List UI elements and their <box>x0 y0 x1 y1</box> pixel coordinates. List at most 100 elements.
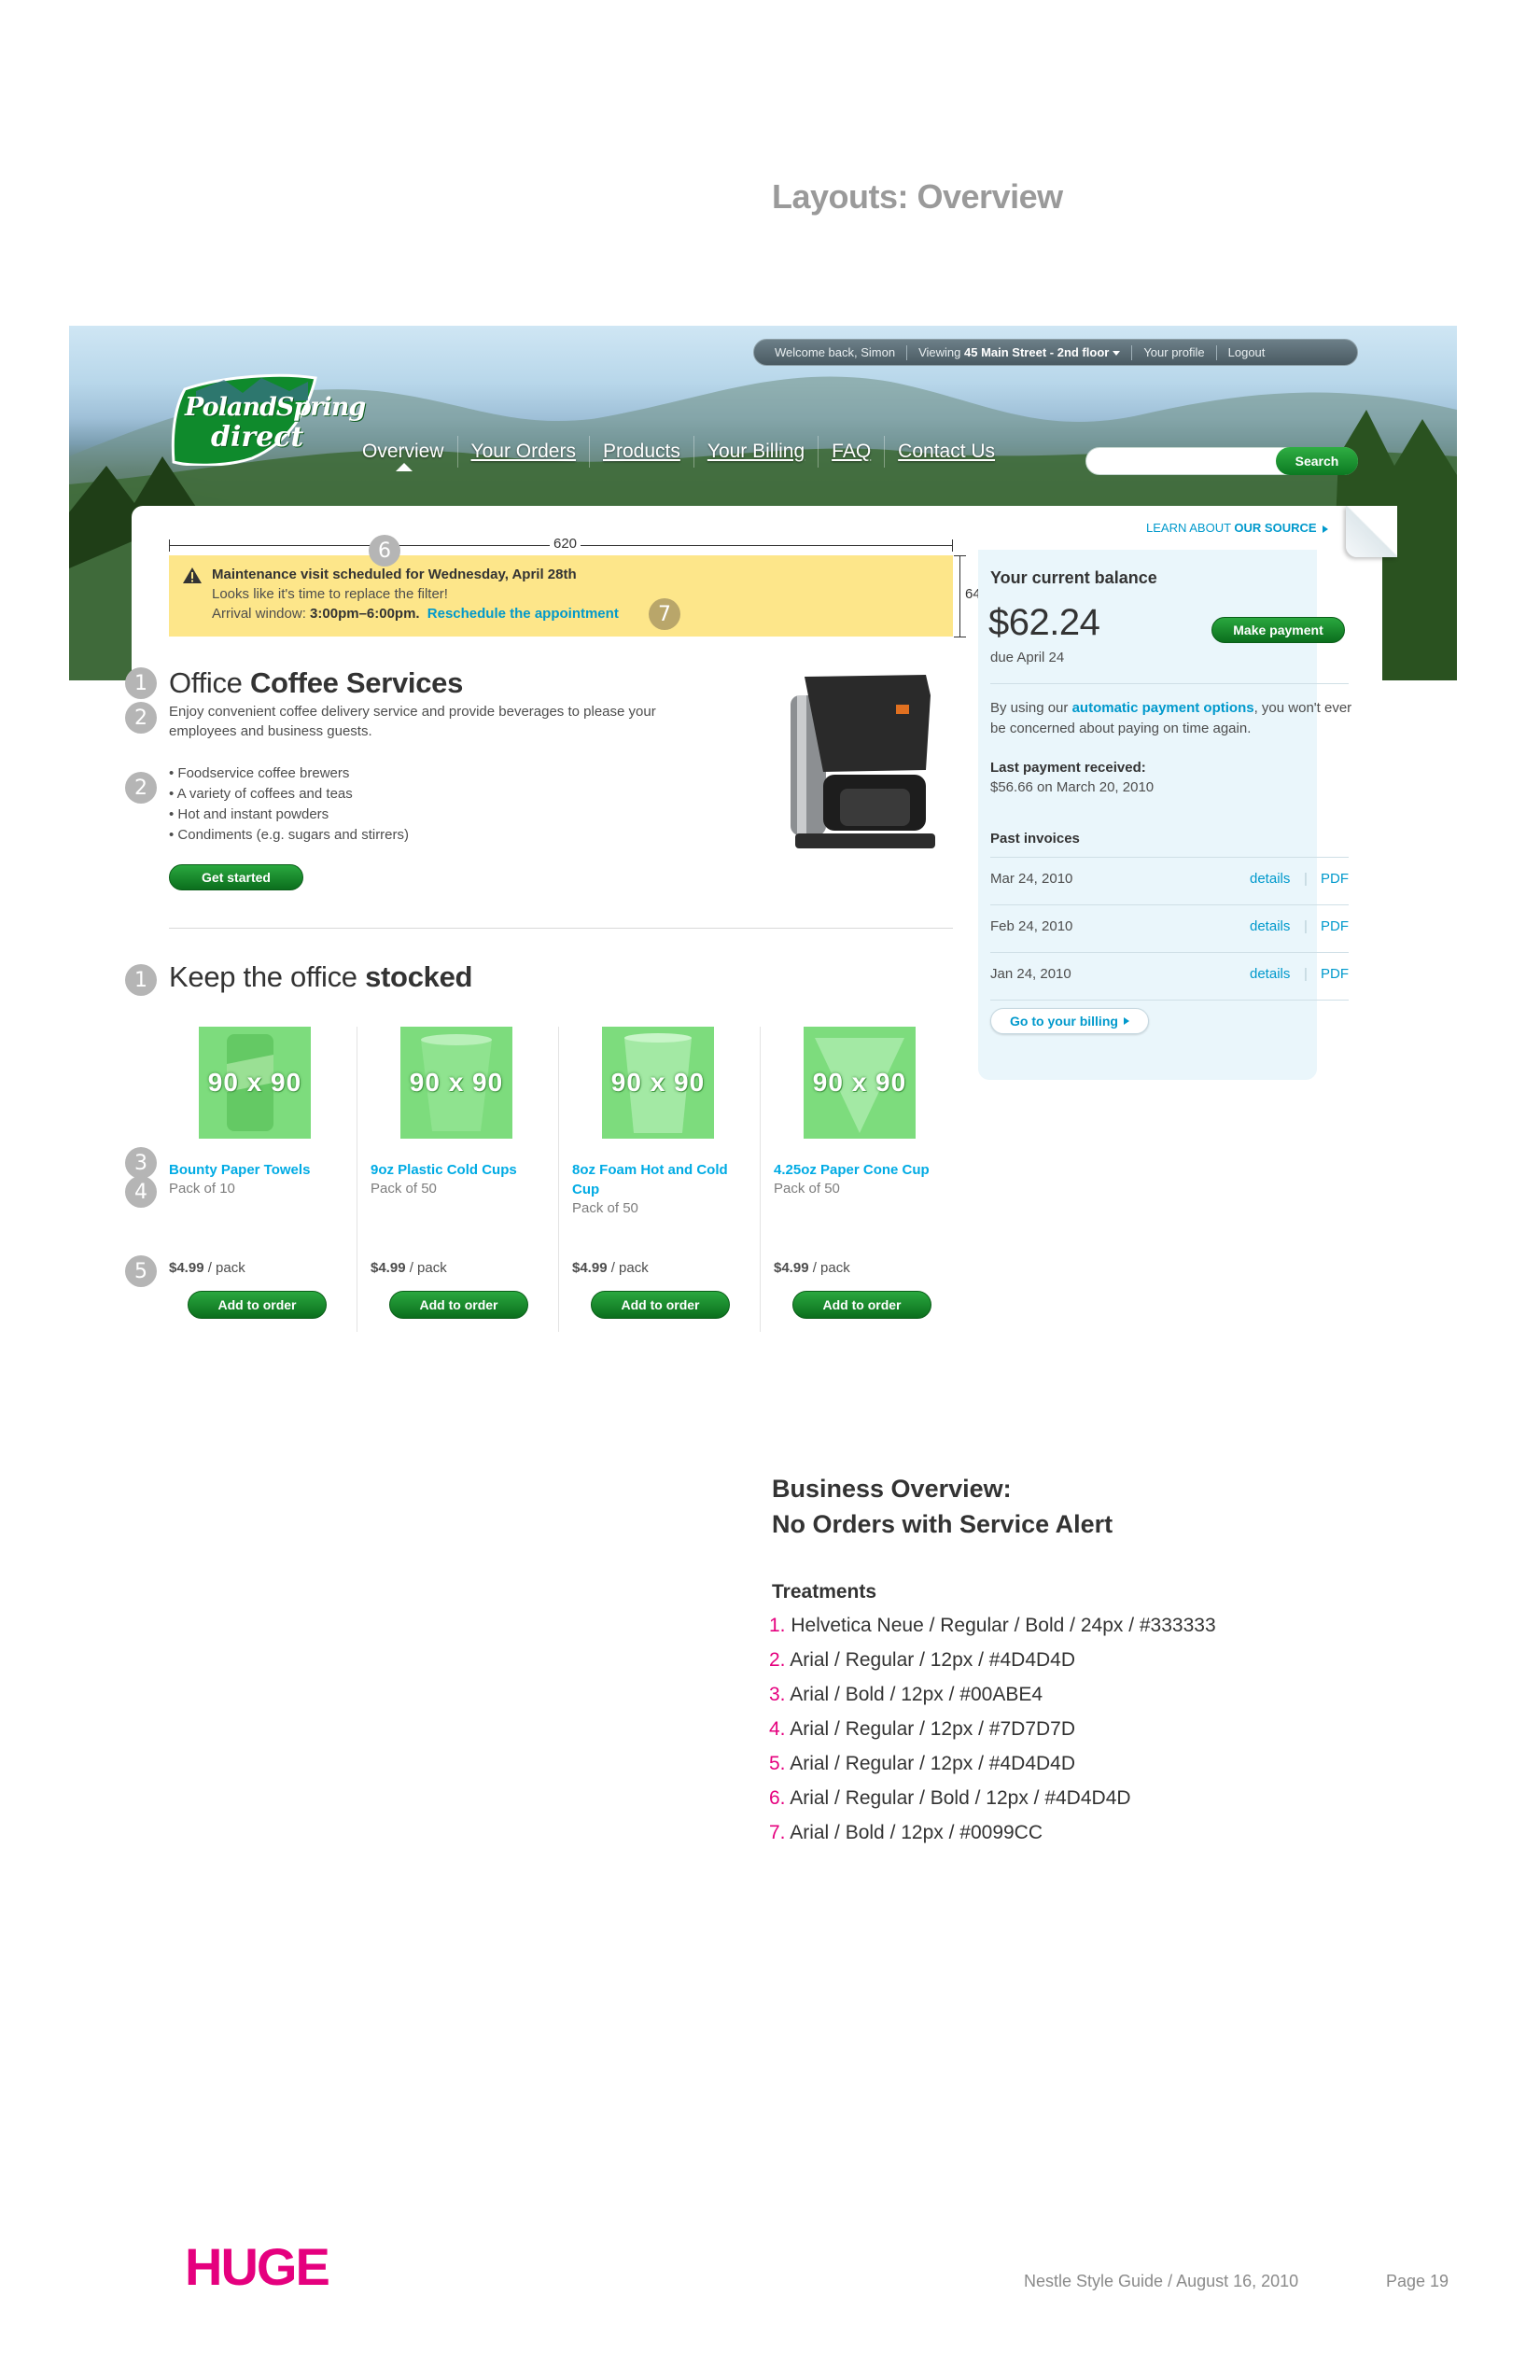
service-alert: Maintenance visit scheduled for Wednesda… <box>169 555 953 637</box>
product-price: $4.99 / pack <box>774 1260 850 1276</box>
treatment-number: 7. <box>769 1822 786 1843</box>
add-to-order-button[interactable]: Add to order <box>792 1291 931 1319</box>
nav-your-orders[interactable]: Your Orders <box>458 441 589 463</box>
huge-logo: HUGE <box>185 2237 330 2296</box>
nav-products[interactable]: Products <box>590 441 693 463</box>
invoice-link-separator: | <box>1304 871 1308 887</box>
heading-bold: stocked <box>365 960 473 993</box>
location-switcher[interactable]: Viewing 45 Main Street - 2nd floor <box>907 345 1131 359</box>
office-coffee-bullet-list: • Foodservice coffee brewers • A variety… <box>169 763 409 846</box>
section-divider <box>169 928 953 929</box>
office-coffee-description: Enjoy convenient coffee delivery service… <box>169 704 656 739</box>
product-pack: Pack of 50 <box>774 1181 840 1197</box>
main-nav: Overview Your Orders Products Your Billi… <box>349 436 1008 468</box>
reschedule-link[interactable]: Reschedule the appointment <box>427 606 619 622</box>
product-name[interactable]: 8oz Foam Hot and Cold Cup <box>572 1160 749 1199</box>
invoice-pdf-link[interactable]: PDF <box>1321 966 1349 982</box>
heading-light: Keep the office <box>169 960 357 993</box>
footer-guide-info: Nestle Style Guide / August 16, 2010 <box>1024 2272 1299 2290</box>
treatment-spec: Arial / Bold / 12px / #00ABE4 <box>785 1684 1043 1705</box>
treatment-number: 3. <box>769 1684 786 1705</box>
add-to-order-button[interactable]: Add to order <box>188 1291 327 1319</box>
your-profile-link[interactable]: Your profile <box>1132 345 1215 359</box>
product-card: 90 x 90 Bounty Paper Towels Pack of 10 $… <box>169 1027 356 1332</box>
learn-prefix: LEARN ABOUT <box>1146 521 1231 535</box>
product-name[interactable]: Bounty Paper Towels <box>169 1160 346 1180</box>
price-unit: / pack <box>409 1260 447 1276</box>
price-value: $4.99 <box>371 1260 406 1276</box>
balance-amount: $62.24 <box>988 602 1100 643</box>
treatment-item: 2. Arial / Regular / 12px / #4D4D4D <box>769 1649 1216 1684</box>
coffee-maker-image <box>791 675 935 848</box>
annotation-marker-6: 6 <box>369 535 400 567</box>
invoice-details-link[interactable]: details <box>1250 918 1290 934</box>
product-thumbnail[interactable]: 90 x 90 <box>400 1027 512 1139</box>
add-to-order-button[interactable]: Add to order <box>389 1291 528 1319</box>
nav-overview[interactable]: Overview <box>349 441 457 463</box>
invoice-date: Mar 24, 2010 <box>990 871 1073 887</box>
nav-contact-us[interactable]: Contact Us <box>885 441 1008 463</box>
invoice-link-separator: | <box>1304 918 1308 934</box>
invoice-date: Jan 24, 2010 <box>990 966 1071 982</box>
invoice-row: Mar 24, 2010 details | PDF <box>990 857 1349 903</box>
product-thumbnail[interactable]: 90 x 90 <box>804 1027 916 1139</box>
product-price: $4.99 / pack <box>572 1260 649 1276</box>
balance-due-date: due April 24 <box>990 650 1065 665</box>
account-topbar: Welcome back, Simon Viewing 45 Main Stre… <box>753 339 1358 366</box>
annotation-marker-5: 5 <box>125 1255 157 1287</box>
alert-arrival-window: Arrival window: 3:00pm–6:00pm. Reschedul… <box>212 606 619 622</box>
arrow-right-icon <box>1322 525 1328 533</box>
product-thumbnail[interactable]: 90 x 90 <box>602 1027 714 1139</box>
invoice-pdf-link[interactable]: PDF <box>1321 871 1349 887</box>
product-name[interactable]: 4.25oz Paper Cone Cup <box>774 1160 951 1180</box>
invoice-link-separator: | <box>1304 966 1308 982</box>
product-price: $4.99 / pack <box>169 1260 245 1276</box>
viewing-location: 45 Main Street - 2nd floor <box>964 345 1110 359</box>
product-name[interactable]: 9oz Plastic Cold Cups <box>371 1160 548 1180</box>
learn-about-source-link[interactable]: LEARN ABOUT OUR SOURCE <box>1146 521 1328 535</box>
get-started-button[interactable]: Get started <box>169 864 303 890</box>
product-card: 90 x 90 4.25oz Paper Cone Cup Pack of 50… <box>774 1027 960 1332</box>
height-dimension-line <box>959 555 960 637</box>
active-nav-indicator <box>396 463 413 471</box>
make-payment-button[interactable]: Make payment <box>1211 617 1345 643</box>
logout-link[interactable]: Logout <box>1217 345 1277 359</box>
welcome-text: Welcome back, Simon <box>775 345 896 359</box>
heading-bold: Coffee Services <box>249 666 464 699</box>
list-item: • Foodservice coffee brewers <box>169 765 350 781</box>
viewing-label: Viewing <box>918 345 961 359</box>
go-to-billing-button[interactable]: Go to your billing <box>990 1008 1149 1034</box>
list-item: • Condiments (e.g. sugars and stirrers) <box>169 827 410 843</box>
search-input[interactable] <box>1094 452 1271 472</box>
treatments-list: 1. Helvetica Neue / Regular / Bold / 24p… <box>769 1615 1216 1856</box>
annotation-marker-4: 4 <box>125 1176 157 1208</box>
treatment-spec: Arial / Regular / 12px / #4D4D4D <box>785 1753 1076 1774</box>
last-payment-value: $56.66 on March 20, 2010 <box>990 779 1155 795</box>
treatment-item: 5. Arial / Regular / 12px / #4D4D4D <box>769 1753 1216 1787</box>
website-mockup: Welcome back, Simon Viewing 45 Main Stre… <box>69 326 1457 1334</box>
price-value: $4.99 <box>169 1260 204 1276</box>
product-divider <box>760 1027 761 1332</box>
poland-spring-direct-logo[interactable]: PolandSpring direct <box>168 372 366 466</box>
treatment-number: 5. <box>769 1753 786 1774</box>
search-button[interactable]: Search <box>1276 447 1358 475</box>
learn-bold: OUR SOURCE <box>1234 521 1317 535</box>
heading-light: Office <box>169 666 243 699</box>
annotation-marker-3: 3 <box>125 1147 157 1179</box>
treatment-number: 6. <box>769 1787 786 1809</box>
invoice-details-link[interactable]: details <box>1250 871 1290 887</box>
product-thumbnail[interactable]: 90 x 90 <box>199 1027 311 1139</box>
annotation-marker-2: 2 <box>125 772 157 804</box>
nav-your-billing[interactable]: Your Billing <box>694 441 818 463</box>
nav-faq[interactable]: FAQ <box>819 441 884 463</box>
invoice-pdf-link[interactable]: PDF <box>1321 918 1349 934</box>
width-dimension-cap <box>169 539 170 552</box>
invoice-row: Feb 24, 2010 details | PDF <box>990 904 1349 951</box>
invoice-details-link[interactable]: details <box>1250 966 1290 982</box>
notes-title-line: Business Overview: <box>772 1475 1012 1503</box>
price-value: $4.99 <box>774 1260 809 1276</box>
add-to-order-button[interactable]: Add to order <box>591 1291 730 1319</box>
automatic-payment-link[interactable]: automatic payment options <box>1072 700 1254 716</box>
treatments-title: Treatments <box>772 1581 877 1603</box>
treatment-item: 3. Arial / Bold / 12px / #00ABE4 <box>769 1684 1216 1718</box>
